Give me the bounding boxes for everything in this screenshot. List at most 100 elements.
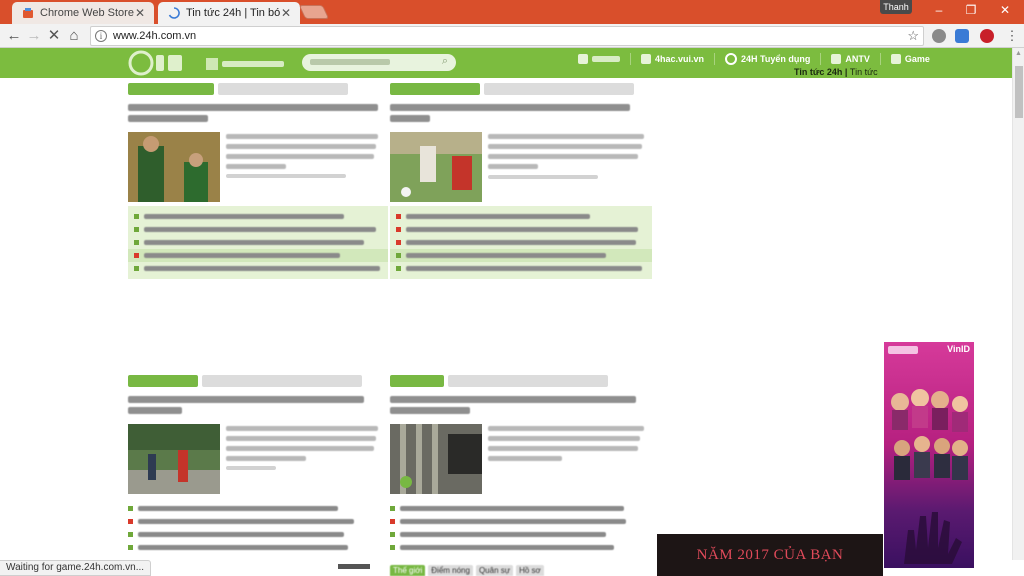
category-menu-button[interactable] — [206, 56, 288, 70]
header-link-4hac[interactable]: 4hac.vui.vn — [641, 54, 704, 64]
partial-icon — [338, 564, 370, 569]
news-thumbnail[interactable] — [390, 132, 482, 202]
headline[interactable] — [390, 104, 640, 128]
category-tag[interactable] — [128, 83, 214, 95]
new-tab-button[interactable] — [298, 5, 330, 19]
bottom-category-tabs: Thế giới Điểm nóng Quân sự Hồ sơ — [390, 565, 544, 576]
forward-button[interactable]: → — [24, 26, 44, 46]
news-block-top-left — [128, 82, 388, 282]
menu-icon[interactable]: ⋮ — [1002, 26, 1022, 46]
headline[interactable] — [128, 104, 378, 128]
menu-icon — [206, 57, 218, 70]
category-header — [390, 82, 634, 96]
list-item[interactable] — [128, 249, 388, 262]
list-item[interactable] — [396, 223, 646, 236]
search-icon[interactable]: ⌕ — [442, 55, 448, 68]
category-subtags[interactable] — [202, 375, 362, 387]
profile-button[interactable]: Thanh — [880, 0, 912, 14]
side-advertisement[interactable]: VinID — [884, 342, 974, 568]
scrollbar-thumb[interactable] — [1015, 66, 1023, 118]
category-subtags[interactable] — [448, 375, 608, 387]
tab-the-gioi[interactable]: Thế giới — [390, 565, 426, 576]
list-item[interactable] — [128, 541, 388, 554]
category-subtags[interactable] — [218, 83, 348, 95]
list-item[interactable] — [134, 223, 382, 236]
list-item[interactable] — [134, 262, 382, 275]
adblock-extension-icon[interactable] — [980, 29, 994, 43]
header-link-antv[interactable]: ANTV — [831, 54, 870, 64]
headline[interactable] — [128, 396, 378, 420]
ad-hand-graphic — [904, 512, 962, 564]
category-subtags[interactable] — [484, 83, 634, 95]
related-news-list — [128, 206, 388, 279]
ad-people-image — [891, 389, 968, 480]
close-icon[interactable]: ✕ — [280, 6, 292, 20]
category-header — [128, 82, 348, 96]
list-item[interactable] — [390, 528, 652, 541]
news-summary — [488, 426, 648, 466]
status-bar: Waiting for game.24h.com.vn... — [0, 560, 152, 576]
browser-tab-24h[interactable]: Tin tức 24h | Tin bóng đá ✕ — [158, 2, 300, 24]
tab-label: Tin tức 24h | Tin bóng đá — [186, 7, 280, 19]
translate-extension-icon[interactable] — [955, 29, 969, 43]
close-icon[interactable]: ✕ — [134, 6, 146, 20]
clock-icon — [725, 53, 738, 65]
bookmark-star-icon[interactable]: ☆ — [907, 28, 919, 44]
maximize-button[interactable]: ❐ — [956, 0, 986, 20]
close-window-button[interactable]: ✕ — [990, 0, 1020, 20]
list-item[interactable] — [128, 502, 388, 515]
info-icon[interactable]: i — [95, 30, 107, 42]
back-button[interactable]: ← — [4, 26, 24, 46]
list-item[interactable] — [134, 236, 382, 249]
link-icon — [578, 54, 588, 64]
list-item[interactable] — [128, 515, 388, 528]
stop-button[interactable]: ✕ — [44, 26, 64, 46]
tab-quan-su[interactable]: Quân sự — [475, 565, 514, 576]
news-block-top-right — [390, 82, 652, 282]
video-thumbnail[interactable] — [390, 424, 482, 494]
list-item[interactable] — [396, 210, 646, 223]
category-tag[interactable] — [390, 83, 480, 95]
extension-icon[interactable] — [932, 29, 946, 43]
tab-ho-so[interactable]: Hồ sơ — [516, 565, 544, 576]
list-item[interactable] — [396, 262, 646, 275]
news-summary — [488, 134, 648, 179]
list-item[interactable] — [390, 515, 652, 528]
tin-tuc-24h-link[interactable]: Tin tức 24h | Tin tức — [794, 67, 878, 77]
video-ad-banner[interactable]: NĂM 2017 CỦA BẠN — [657, 534, 883, 576]
browser-titlebar: Chrome Web Store - adb ✕ Tin tức 24h | T… — [0, 0, 1024, 24]
news-summary — [226, 426, 382, 470]
chrome-store-icon — [23, 8, 33, 18]
list-item[interactable] — [396, 236, 646, 249]
list-item[interactable] — [128, 528, 388, 541]
headline[interactable] — [390, 396, 640, 420]
news-thumbnail[interactable] — [128, 132, 220, 202]
minimize-button[interactable]: – — [924, 0, 954, 20]
list-item[interactable] — [390, 502, 652, 515]
news-thumbnail[interactable] — [128, 424, 220, 494]
list-item[interactable] — [390, 249, 652, 262]
loading-spinner-icon — [168, 7, 180, 19]
ad-brand-logo — [888, 346, 918, 354]
news-summary — [226, 134, 382, 178]
browser-tab-chrome-web-store[interactable]: Chrome Web Store - adb ✕ — [12, 2, 154, 24]
address-bar[interactable]: i www.24h.com.vn ☆ — [90, 26, 924, 46]
header-link-game[interactable]: Game — [890, 54, 930, 64]
home-button[interactable]: ⌂ — [64, 26, 84, 46]
camera-icon — [831, 54, 842, 64]
page-scrollbar[interactable]: ▲ — [1012, 48, 1024, 560]
header-link-blurred[interactable] — [578, 54, 620, 64]
site-search-input[interactable]: ⌕ — [302, 54, 456, 71]
category-tag[interactable] — [128, 375, 198, 387]
news-block-bottom-left — [128, 374, 388, 560]
category-header — [390, 374, 608, 388]
24h-logo[interactable] — [128, 50, 188, 76]
list-item[interactable] — [134, 210, 382, 223]
header-link-tuyen-dung[interactable]: 24H Tuyển dụng — [725, 53, 810, 65]
list-item[interactable] — [390, 541, 652, 554]
gamepad-icon — [890, 54, 901, 64]
category-tag[interactable] — [390, 375, 444, 387]
scroll-up-icon[interactable]: ▲ — [1015, 50, 1022, 57]
tab-diem-nong[interactable]: Điểm nóng — [428, 565, 473, 576]
tab-label: Chrome Web Store - adb — [40, 7, 134, 19]
